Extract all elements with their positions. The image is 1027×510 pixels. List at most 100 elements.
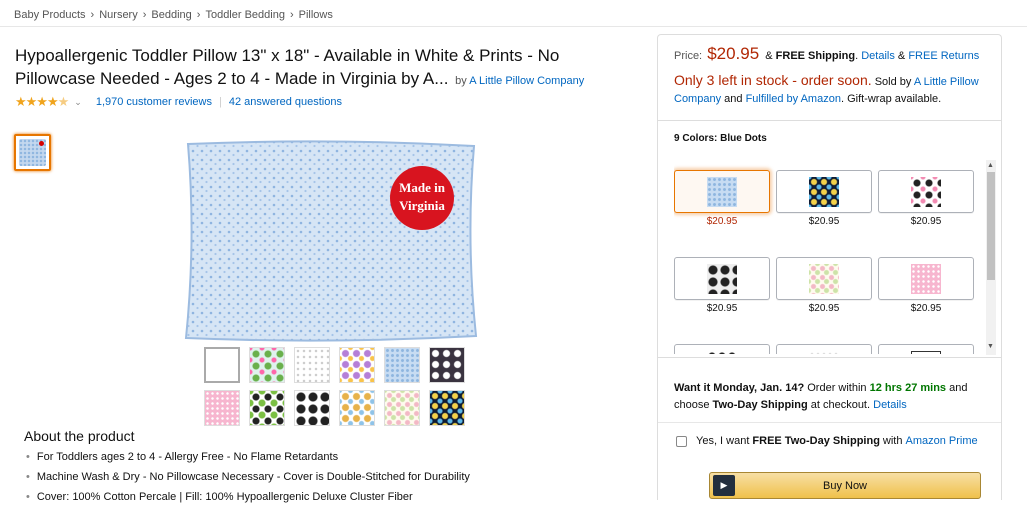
breadcrumb-baby-products[interactable]: Baby Products	[14, 9, 86, 21]
breadcrumb-separator: ›	[90, 9, 95, 21]
swatch-pink[interactable]	[204, 390, 240, 426]
order-within-text: Order within	[807, 382, 867, 394]
color-option-navy-birds[interactable]	[776, 170, 872, 213]
prime-with-text: with	[882, 435, 903, 447]
color-option-pink[interactable]	[878, 257, 974, 300]
divider: |	[219, 96, 222, 108]
color-options-grid: $20.95 $20.95 $20.95 $20.95 $20.95 $20.9…	[674, 162, 974, 354]
stock-warning: Only 3 left in stock - order soon.	[674, 72, 872, 88]
buy-box: Price: $20.95 & FREE Shipping. Details &…	[657, 34, 1002, 500]
brand-link[interactable]: A Little Pillow Company	[469, 75, 584, 87]
swatch-sheep[interactable]	[294, 390, 330, 426]
amp: &	[765, 50, 773, 62]
sold-by-label: Sold by	[874, 76, 912, 88]
product-title-block: Hypoallergenic Toddler Pillow 13" x 18" …	[15, 44, 625, 93]
breadcrumb-separator: ›	[142, 9, 147, 21]
option-price: $20.95	[910, 303, 942, 314]
color-option-black-sheep[interactable]	[674, 344, 770, 354]
color-option-cows[interactable]	[878, 170, 974, 213]
price-line: Price: $20.95 & FREE Shipping. Details &…	[674, 44, 979, 64]
free-returns-link[interactable]: FREE Returns	[908, 50, 979, 62]
prime-yes-text: Yes, I want	[696, 435, 750, 447]
option-price: $20.95	[910, 216, 942, 227]
price-value: $20.95	[707, 44, 760, 63]
rating-row: ★★★★★ ⌄ 1,970 customer reviews | 42 answ…	[15, 94, 342, 110]
fulfilled-by-amazon-link[interactable]: Fulfilled by Amazon	[746, 93, 841, 105]
buy-now-button[interactable]: ▶ Buy Now	[709, 472, 981, 499]
countdown-timer: 12 hrs 27 mins	[869, 382, 947, 394]
buy-now-label: Buy Now	[822, 479, 868, 492]
period: .	[855, 50, 859, 62]
made-in-virginia-badge: Made in Virginia	[390, 166, 454, 230]
product-image[interactable]: Made in Virginia	[182, 140, 480, 342]
answered-questions-link[interactable]: 42 answered questions	[229, 96, 342, 108]
feature-bullet: Machine Wash & Dry - No Pillowcase Neces…	[26, 470, 470, 490]
variation-swatch-grid	[204, 347, 465, 426]
scroll-down-icon[interactable]: ▼	[987, 343, 994, 350]
color-swatch-image	[707, 350, 737, 354]
image-thumbnail[interactable]	[14, 134, 51, 171]
divider	[658, 120, 1001, 121]
prime-free-text: FREE Two-Day Shipping	[752, 435, 880, 447]
breadcrumb-separator: ›	[289, 9, 294, 21]
breadcrumb-divider	[0, 26, 1027, 27]
about-product-heading: About the product	[24, 428, 135, 444]
option-price: $20.95	[808, 216, 840, 227]
swatch-animals[interactable]	[249, 347, 285, 383]
option-price: $20.95	[808, 303, 840, 314]
option-price: $20.95	[706, 216, 738, 227]
color-swatch-image	[809, 263, 839, 294]
prime-offer: Yes, I want FREE Two-Day Shipping with A…	[676, 435, 978, 447]
star-rating-icon[interactable]: ★★★★★	[15, 94, 69, 110]
breadcrumb-bedding[interactable]: Bedding	[151, 9, 191, 21]
scroll-up-icon[interactable]: ▲	[987, 162, 994, 169]
swatch-white-dots[interactable]	[294, 347, 330, 383]
thumbnail-image	[19, 139, 46, 166]
color-option-white[interactable]	[878, 344, 974, 354]
color-option-sheep[interactable]	[674, 257, 770, 300]
breadcrumb: Baby Products › Nursery › Bedding › Toddler Be…	[14, 9, 333, 21]
swatch-cows[interactable]	[249, 390, 285, 426]
delivery-details-link[interactable]: Details	[873, 399, 907, 411]
customer-reviews-link[interactable]: 1,970 customer reviews	[96, 96, 212, 108]
shipping-details-link[interactable]: Details	[861, 50, 895, 62]
price-label: Price:	[674, 50, 703, 62]
option-price: $20.95	[706, 303, 738, 314]
feature-bullets: For Toddlers ages 2 to 4 - Allergy Free …	[26, 450, 470, 510]
prime-checkbox[interactable]	[676, 435, 687, 447]
amazon-prime-link[interactable]: Amazon Prime	[905, 435, 977, 447]
color-option-pastel-print[interactable]	[776, 257, 872, 300]
two-day-shipping-text: Two-Day Shipping	[712, 399, 808, 411]
breadcrumb-toddler-bedding[interactable]: Toddler Bedding	[205, 9, 285, 21]
color-option-blue-dots[interactable]	[674, 170, 770, 213]
chevron-down-icon[interactable]: ⌄	[74, 97, 82, 108]
feature-bullet: For Toddlers ages 2 to 4 - Allergy Free …	[26, 450, 470, 470]
color-swatch-image	[707, 263, 737, 294]
by-label: by A Little Pillow Company	[455, 75, 584, 87]
swatch-pastel-print[interactable]	[384, 390, 420, 426]
divider	[658, 422, 1001, 423]
badge-line-2: Virginia	[399, 198, 445, 213]
and-label: and	[724, 93, 743, 105]
color-swatch-image	[911, 350, 941, 354]
swatch-unicorns[interactable]	[339, 347, 375, 383]
breadcrumb-nursery[interactable]: Nursery	[99, 9, 138, 21]
color-options-scrollbar[interactable]: ▲ ▼	[986, 160, 996, 355]
delivery-message: Want it Monday, Jan. 14? Order within 12…	[674, 380, 994, 414]
at-checkout-text: at checkout.	[810, 399, 871, 411]
free-shipping-text: FREE Shipping	[775, 50, 856, 62]
delivery-date: Want it Monday, Jan. 14?	[674, 382, 805, 394]
by-text: by	[455, 75, 467, 87]
breadcrumb-pillows[interactable]: Pillows	[299, 9, 333, 21]
color-option-confetti[interactable]	[776, 344, 872, 354]
feature-bullet: Cover: 100% Cotton Percale | Fill: 100% …	[26, 490, 470, 510]
swatch-navy-birds[interactable]	[429, 390, 465, 426]
swatch-black-sheep[interactable]	[429, 347, 465, 383]
swatch-blue-dots[interactable]	[384, 347, 420, 383]
swatch-white[interactable]	[204, 347, 240, 383]
scrollbar-thumb[interactable]	[987, 172, 995, 280]
divider	[658, 357, 1001, 358]
play-icon: ▶	[713, 475, 735, 496]
swatch-giraffes[interactable]	[339, 390, 375, 426]
badge-line-1: Made in	[399, 180, 446, 195]
